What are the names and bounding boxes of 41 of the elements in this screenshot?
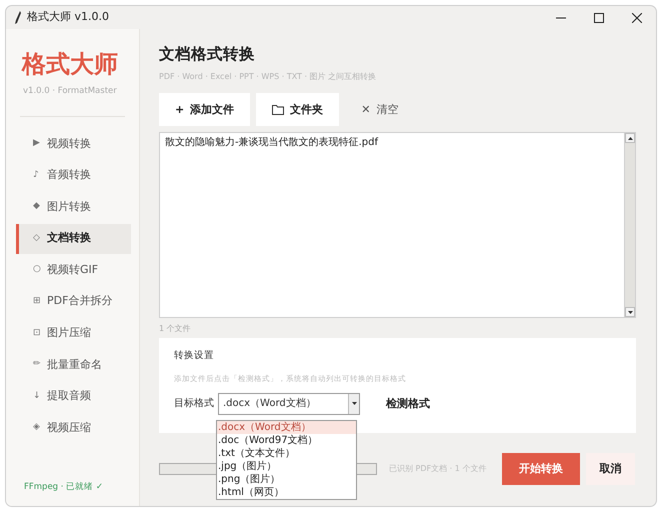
start-button[interactable]: 开始转换	[502, 453, 580, 486]
app-logo: 格式大师	[20, 49, 119, 79]
maximize-icon	[594, 12, 604, 22]
feather-icon	[15, 11, 21, 24]
dropdown-option[interactable]: .txt（文本文件）	[217, 447, 356, 460]
field-label: 目标格式	[174, 396, 214, 412]
sidebar-item[interactable]: ↓ 提取音频	[16, 382, 131, 412]
window-title: 格式大师 v1.0.0	[27, 9, 109, 26]
page-title: 文档格式转换	[159, 44, 256, 65]
sidebar-item[interactable]: ◈ 视频压缩	[16, 413, 131, 444]
version-text: v1.0.0 · FormatMaster	[22, 85, 118, 98]
section-title: 转换设置	[174, 349, 215, 364]
detect-button[interactable]: 检测格式	[380, 394, 436, 413]
page-subtitle: PDF · Word · Excel · PPT · WPS · TXT · 图片 之间互相转换	[159, 71, 378, 84]
clear-button[interactable]: ✕ 清空	[345, 93, 414, 126]
sidebar-item[interactable]: ⊡ 图片压缩	[16, 318, 131, 348]
file-count: 1 个文件	[159, 323, 192, 336]
format-select[interactable]: .docx（Word文档）	[218, 392, 360, 415]
cancel-button[interactable]: 取消	[586, 453, 635, 486]
file-item[interactable]: 散文的隐喻魅力-兼谈现当代散文的表现特征.pdf	[165, 135, 619, 150]
add-file-button[interactable]: + 添加文件	[159, 93, 250, 126]
dropdown-option[interactable]: .docx（Word文档）	[217, 421, 356, 434]
scrollbar[interactable]	[624, 133, 635, 318]
dropdown-option[interactable]: .doc（Word97文档）	[217, 434, 356, 447]
dropdown-option[interactable]: .png（图片）	[217, 473, 356, 486]
caret-icon	[352, 402, 356, 406]
sidebar-item[interactable]: ⊞ PDF合并拆分	[16, 286, 131, 317]
close-icon	[632, 12, 642, 22]
scroll-up-icon[interactable]	[628, 136, 632, 140]
folder-button[interactable]: 文件夹	[256, 93, 340, 126]
sidebar-item[interactable]: ✏ 批量重命名	[16, 350, 131, 380]
sidebar-item[interactable]: ◇ 文档转换	[16, 224, 131, 254]
sidebar-item[interactable]: ◆ 图片转换	[16, 192, 131, 222]
dropdown-option[interactable]: .jpg（图片）	[217, 460, 356, 473]
status-text: FFmpeg · 已就绪 ✓	[23, 481, 104, 494]
scroll-down-icon[interactable]	[628, 310, 632, 314]
folder-icon	[272, 104, 284, 115]
sidebar-item[interactable]: ♪ 音频转换	[16, 160, 131, 190]
dropdown-option[interactable]: .html（网页）	[217, 486, 356, 499]
sidebar-item[interactable]: ○ 视频转GIF	[16, 255, 131, 286]
sidebar-item[interactable]: ▶ 视频转换	[16, 128, 131, 159]
